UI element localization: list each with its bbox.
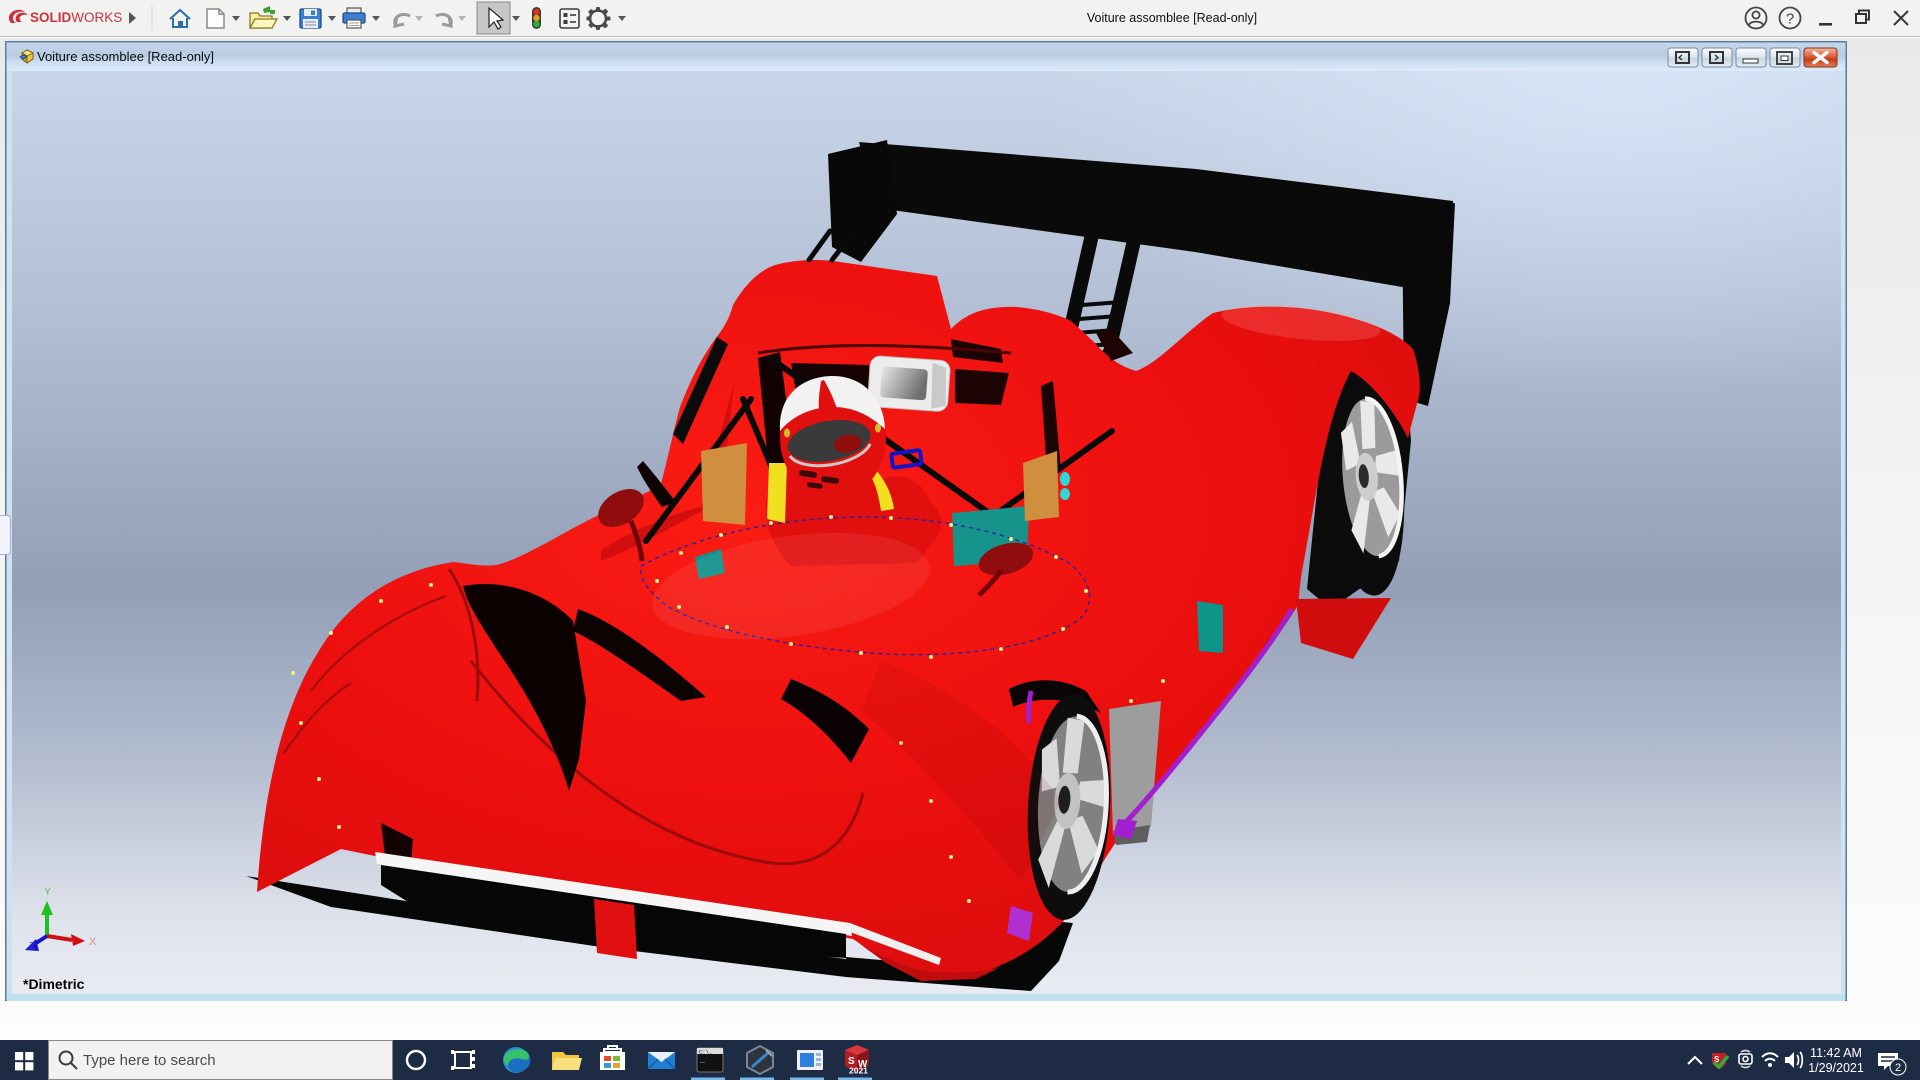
svg-text:11:42 AM: 11:42 AM (1810, 1046, 1862, 1060)
svg-text:X: X (89, 936, 97, 948)
svg-text:1/29/2021: 1/29/2021 (1808, 1061, 1864, 1075)
svg-text:2021: 2021 (849, 1066, 868, 1076)
svg-text:?: ? (1786, 11, 1794, 28)
svg-text:SOLIDWORKS: SOLIDWORKS (30, 10, 122, 25)
svg-text:Y: Y (44, 886, 52, 898)
svg-text:Z: Z (29, 941, 35, 952)
svg-text:2: 2 (1895, 1062, 1901, 1074)
svg-text:_: _ (699, 1056, 705, 1065)
svg-text:C:\_: C:\_ (699, 1049, 713, 1056)
